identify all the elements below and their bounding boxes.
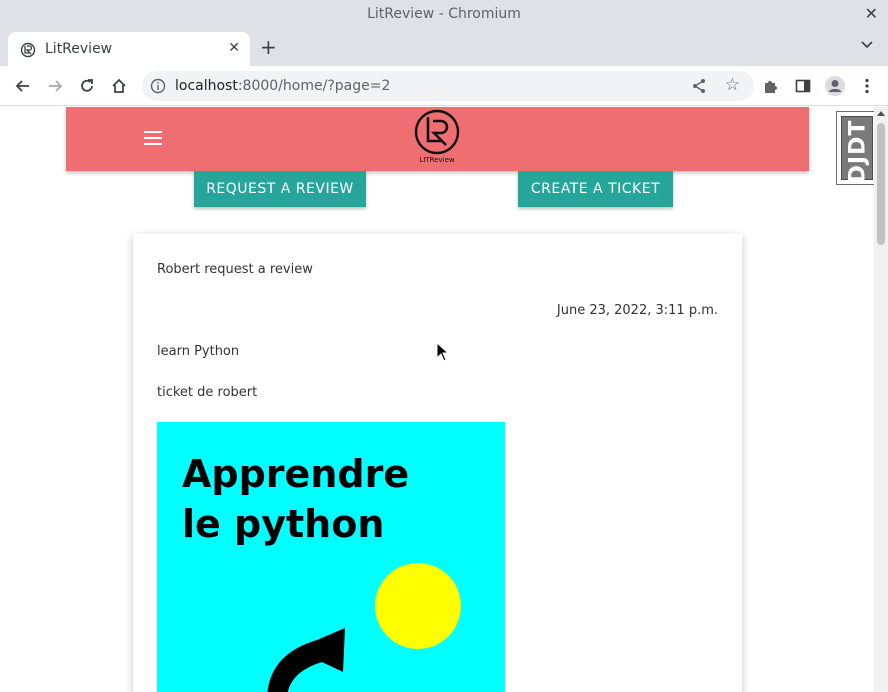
reload-button[interactable] [76,75,98,97]
page-viewport: LITReview DJDT REQUEST A REVIEW CREATE A… [0,107,888,692]
litreview-logo[interactable]: LITReview [412,107,462,167]
share-icon[interactable] [690,77,708,95]
arrow-right-icon [49,80,63,92]
window-close-button[interactable]: ✕ [865,4,878,23]
back-button[interactable] [12,75,34,97]
browser-toolbar: localhost:8000/home/?page=2 ☆ [0,66,888,106]
window-title: LitReview - Chromium [367,6,521,22]
request-review-button[interactable]: REQUEST A REVIEW [194,171,366,207]
address-bar[interactable]: localhost:8000/home/?page=2 ☆ [142,71,754,101]
tab-close-button[interactable]: ✕ [228,40,240,56]
arrow-left-icon [15,80,29,92]
avatar-icon [825,76,845,96]
kebab-menu-icon [865,78,869,94]
cover-sun-icon [375,563,461,649]
logo-text: LITReview [419,156,454,164]
cover-illustration [267,563,461,692]
browser-menu-button[interactable] [856,75,878,97]
create-ticket-button[interactable]: CREATE A TICKET [518,171,673,207]
djdt-label: DJDT [845,119,871,184]
ticket-cover-image: Apprendre le python [157,422,505,692]
url-text[interactable]: localhost:8000/home/?page=2 [175,78,390,94]
tab-title: LitReview [45,41,113,57]
new-tab-button[interactable]: + [260,36,277,58]
bookmark-star-icon[interactable]: ☆ [725,75,740,95]
ticket-author-line: Robert request a review [157,262,313,277]
scroll-up-arrow-icon[interactable] [877,111,885,116]
litreview-favicon-icon [20,42,36,58]
ticket-date: June 23, 2022, 3:11 p.m. [556,303,718,318]
site-navbar: LITReview [66,107,809,171]
ticket-title: learn Python [157,344,240,359]
mouse-cursor-icon [436,342,450,362]
django-debug-toolbar-handle[interactable]: DJDT [836,111,876,185]
forward-button[interactable] [44,75,66,97]
ticket-card: Robert request a review June 23, 2022, 3… [133,234,742,692]
cover-arrow-icon [267,628,345,692]
side-panel-icon [795,79,811,93]
tab-litreview[interactable]: LitReview ✕ [8,32,250,66]
tab-search-chevron-icon[interactable] [860,38,874,52]
extensions-button[interactable] [760,75,782,97]
hamburger-menu-icon[interactable] [144,131,162,145]
puzzle-icon [765,81,777,93]
reload-icon [81,79,93,92]
home-button[interactable] [108,75,130,97]
djdt-badge: DJDT [841,116,873,183]
side-panel-button[interactable] [792,75,814,97]
site-info-icon[interactable] [150,78,166,94]
url-path: :8000/home/?page=2 [237,78,391,94]
ticket-description: ticket de robert [157,385,258,400]
url-host: localhost [175,78,238,94]
scroll-thumb[interactable] [877,123,885,245]
tab-strip: LitReview ✕ + [0,30,888,66]
home-icon [112,78,126,93]
page-scrollbar[interactable] [874,107,888,692]
profile-button[interactable] [824,75,846,97]
window-titlebar: LitReview - Chromium ✕ [0,0,888,30]
